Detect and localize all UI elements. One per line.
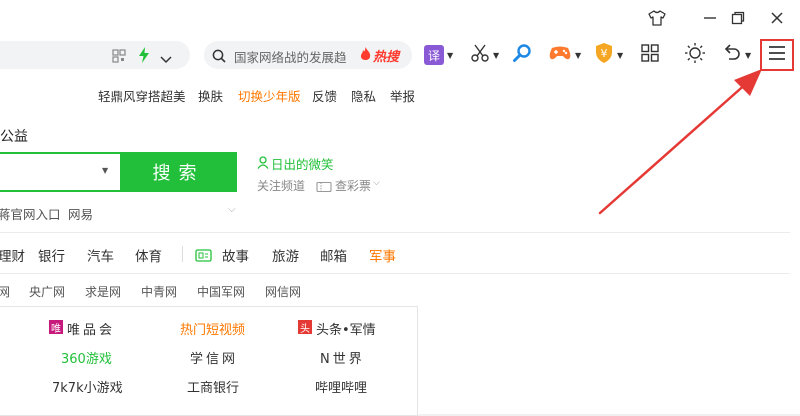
chevron-down-icon[interactable]: ⌵ <box>228 204 236 215</box>
vip-logo-icon: 唯 <box>49 320 63 335</box>
main-menu-button[interactable] <box>760 39 794 71</box>
hot-link-bilibili[interactable]: 哔哩哔哩 <box>315 377 367 396</box>
main-search-input[interactable]: ▼ <box>0 152 120 192</box>
hot-link-short-video[interactable]: 热门短视频 <box>180 319 245 338</box>
minimize-button[interactable] <box>695 4 725 32</box>
site-link-qstheory[interactable]: 求是网 <box>85 283 121 300</box>
brightness-button[interactable] <box>684 40 706 70</box>
coupon-button[interactable]: ¥ ▼ <box>594 40 623 70</box>
nav-divider <box>182 246 183 262</box>
screenshot-button[interactable]: ▼ <box>470 40 499 70</box>
site-link-cac[interactable]: 网信网 <box>265 283 301 300</box>
undo-icon <box>722 43 742 67</box>
top-link-skin[interactable]: 换肤 <box>198 86 223 105</box>
chevron-down-icon: ▼ <box>617 50 624 60</box>
quick-link-netease[interactable]: 网易 <box>68 204 93 223</box>
top-link-privacy[interactable]: 隐私 <box>351 86 376 105</box>
hot-link-7k7k[interactable]: 7k7k小游戏 <box>52 377 123 396</box>
search-icon <box>212 48 226 67</box>
lottery-link[interactable]: 查彩票 <box>335 177 371 194</box>
undo-button[interactable]: ▼ <box>722 40 751 70</box>
user-icon <box>257 154 269 173</box>
nav-military[interactable]: 军事 <box>369 245 396 265</box>
address-bar[interactable] <box>0 41 190 69</box>
site-link-cnr[interactable]: 央广网 <box>29 283 65 300</box>
nav-travel[interactable]: 旅游 <box>272 245 299 265</box>
story-icon <box>195 247 212 266</box>
hot-link-vip[interactable]: 唯品会 <box>67 319 115 338</box>
hot-link-chsi[interactable]: 学信网 <box>190 348 238 367</box>
nav-finance[interactable]: 理财 <box>0 245 25 265</box>
toutiao-logo-icon: 头 <box>298 320 312 335</box>
weibo-link[interactable]: 日出的微笑 <box>271 154 334 173</box>
restore-button[interactable] <box>723 4 753 32</box>
gamepad-icon <box>548 44 572 66</box>
chevron-down-icon: ▼ <box>493 50 500 60</box>
site-link[interactable]: 网 <box>0 283 10 300</box>
top-link-feedback[interactable]: 反馈 <box>312 86 337 105</box>
top-link-report[interactable]: 举报 <box>390 86 415 105</box>
lightning-icon[interactable] <box>138 47 150 67</box>
skin-tshirt-icon[interactable] <box>642 4 672 32</box>
nav-auto[interactable]: 汽车 <box>87 245 114 265</box>
hot-link-n-world[interactable]: N世界 <box>320 348 365 367</box>
coupon-shield-icon: ¥ <box>594 42 614 68</box>
title-bar <box>0 0 800 36</box>
divider <box>0 232 790 233</box>
section-label: 公益 <box>0 129 28 145</box>
chevron-down-icon: ⌵ <box>373 178 380 188</box>
chevron-down-icon[interactable] <box>160 50 172 69</box>
chevron-down-icon: ▼ <box>575 50 582 60</box>
search-placeholder: 国家网络战的发展趋 <box>234 50 347 65</box>
quick-search-button[interactable] <box>512 40 532 70</box>
chevron-down-icon: ▼ <box>745 50 752 60</box>
hamburger-menu-icon <box>768 45 786 65</box>
nav-mail[interactable]: 邮箱 <box>320 245 347 265</box>
top-link-youth-version[interactable]: 切换少年版 <box>238 86 301 105</box>
nav-sports[interactable]: 体育 <box>135 245 162 265</box>
magnifier-icon <box>512 43 532 67</box>
qr-code-icon[interactable] <box>112 48 126 67</box>
ticket-icon <box>316 178 332 197</box>
svg-text:¥: ¥ <box>601 47 608 60</box>
main-search-button[interactable]: 搜索 <box>120 152 237 192</box>
hot-link-icbc[interactable]: 工商银行 <box>187 377 239 396</box>
game-button[interactable]: ▼ <box>548 40 581 70</box>
scissors-icon <box>470 43 490 67</box>
follow-channel-link[interactable]: 关注频道 <box>257 177 305 194</box>
browser-toolbar: 国家网络战的发展趋 热搜 译 ▼ ▼ ▼ ¥ ▼ ▼ <box>0 36 800 75</box>
translate-button[interactable]: 译 ▼ <box>424 40 453 70</box>
translate-icon: 译 <box>424 45 444 65</box>
page-content: 轻鼎风穿搭超美 换肤 切换少年版 反馈 隐私 举报 公益 ▼ 搜索 日出的微笑 … <box>0 74 800 416</box>
fire-icon <box>360 47 371 66</box>
hot-link-360-games[interactable]: 360游戏 <box>61 348 112 367</box>
toolbar-search-box[interactable]: 国家网络战的发展趋 热搜 <box>204 41 412 69</box>
nav-bank[interactable]: 银行 <box>38 245 65 265</box>
apps-grid-icon <box>640 43 660 67</box>
apps-button[interactable] <box>640 40 660 70</box>
hot-links-panel: 唯 唯品会 热门短视频 头 头条•军情 360游戏 学信网 N世界 7k7k小游… <box>0 306 418 416</box>
top-link-outfit[interactable]: 轻鼎风穿搭超美 <box>98 86 186 105</box>
brightness-icon <box>684 42 706 68</box>
divider <box>0 273 790 274</box>
site-link-military[interactable]: 中国军网 <box>197 283 245 300</box>
hot-search-label[interactable]: 热搜 <box>373 46 399 65</box>
site-link-youth[interactable]: 中青网 <box>141 283 177 300</box>
close-button[interactable] <box>762 4 792 32</box>
quick-link-official[interactable]: 蒋官网入口 <box>0 204 61 223</box>
nav-story[interactable]: 故事 <box>222 245 249 265</box>
hot-link-toutiao-military[interactable]: 头条•军情 <box>316 319 376 338</box>
chevron-down-icon: ▼ <box>447 50 454 60</box>
caret-down-icon[interactable]: ▼ <box>102 166 108 175</box>
